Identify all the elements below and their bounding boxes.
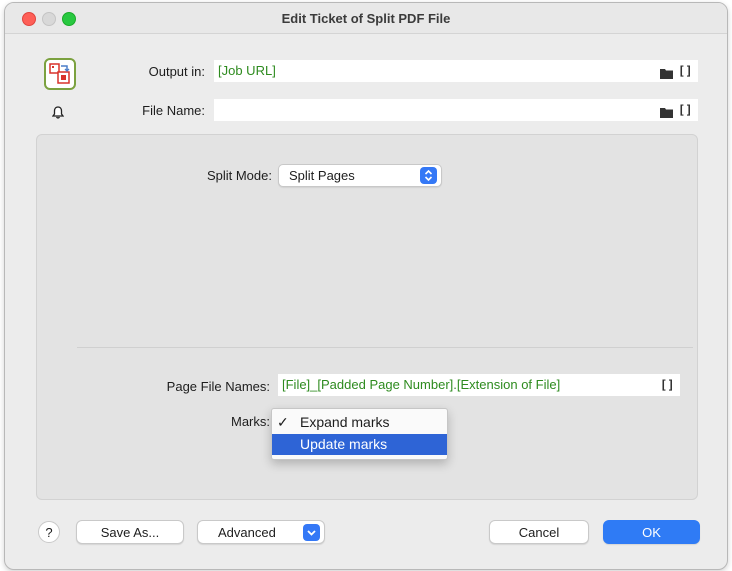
file-name-field[interactable] [214,99,698,121]
output-value: [Job URL] [218,63,276,78]
file-name-label: File Name: [142,103,205,118]
menu-item-update-marks[interactable]: Update marks [272,434,447,455]
checkmark-icon: ✓ [277,414,289,430]
chevron-down-icon [303,524,320,541]
output-label: Output in: [148,64,205,79]
split-pdf-icon[interactable] [44,58,76,90]
output-field[interactable]: [Job URL] [214,60,698,82]
page-file-names-value: [File]_[Padded Page Number].[Extension o… [282,377,561,392]
bell-icon[interactable] [51,106,65,122]
panel-divider [77,347,693,348]
up-down-arrows-icon [420,167,437,184]
marks-dropdown-menu: ✓ Expand marks Update marks [271,408,448,460]
brackets-icon[interactable]: [] [660,378,674,392]
save-as-button[interactable]: Save As... [76,520,184,544]
ok-button[interactable]: OK [603,520,700,544]
help-button[interactable]: ? [38,521,60,543]
menu-item-label: Expand marks [300,414,390,430]
split-mode-value: Split Pages [289,168,355,183]
split-mode-label: Split Mode: [206,168,272,183]
split-mode-select[interactable]: Split Pages [278,164,442,187]
folder-icon[interactable] [660,107,673,118]
brackets-icon[interactable]: [] [678,64,692,78]
folder-icon[interactable] [660,68,673,79]
window-title: Edit Ticket of Split PDF File [281,11,451,26]
page-file-names-label: Page File Names: [166,379,270,394]
advanced-label: Advanced [218,525,276,540]
cancel-button[interactable]: Cancel [489,520,589,544]
menu-item-label: Update marks [300,436,388,452]
title-bar: Edit Ticket of Split PDF File [5,3,727,34]
page-file-names-field[interactable]: [File]_[Padded Page Number].[Extension o… [278,374,680,396]
marks-label: Marks: [231,414,270,429]
menu-item-expand-marks[interactable]: ✓ Expand marks [272,412,447,433]
brackets-icon[interactable]: [] [678,103,692,117]
